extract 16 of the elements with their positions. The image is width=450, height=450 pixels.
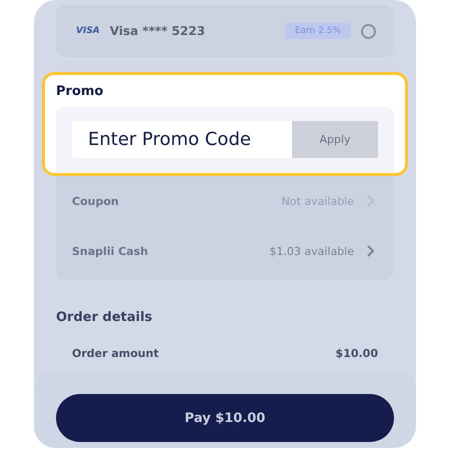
- card-number: Visa **** 5223: [110, 24, 206, 38]
- apply-button[interactable]: Apply: [292, 121, 378, 158]
- row-value: $1.03 available: [269, 244, 354, 258]
- row-value: $10.00: [336, 347, 378, 360]
- payment-card[interactable]: VISA Visa **** 5223 Earn 2.5%: [56, 5, 394, 57]
- section-title: Order details: [56, 310, 154, 325]
- promo-code-field[interactable]: Enter Promo Code: [72, 121, 292, 158]
- row-label: Snaplii Cash: [72, 244, 150, 258]
- section-title: Promo: [56, 84, 104, 99]
- card-brand-logo: VISA: [76, 26, 100, 36]
- row-label: Coupon: [72, 194, 120, 208]
- pay-button[interactable]: Pay $10.00: [56, 394, 394, 442]
- radio-button[interactable]: [361, 24, 376, 38]
- earn-badge: Earn 2.5%: [284, 23, 351, 39]
- chevron-icon[interactable]: [366, 245, 374, 257]
- row-label: Order amount: [72, 347, 159, 360]
